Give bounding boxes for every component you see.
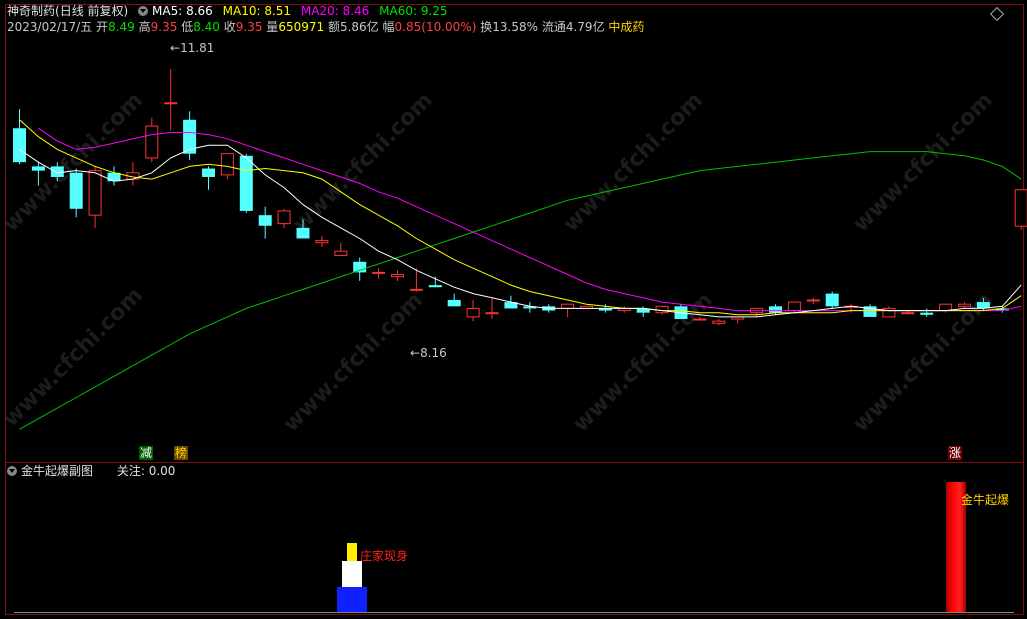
- candle-body-up: [277, 210, 291, 225]
- candle-body-down: [239, 155, 253, 211]
- candle-body-up: [939, 303, 953, 312]
- candle-body-up: [334, 250, 348, 256]
- ma20-value: MA20: 8.46: [300, 4, 370, 18]
- low-price-marker: ←8.16: [410, 346, 447, 360]
- candle-body-up: [806, 299, 820, 302]
- close-value: 9.35: [235, 20, 263, 34]
- qibao-label: 金牛起爆: [961, 493, 1010, 507]
- open-label: 开: [96, 20, 109, 34]
- ma60-value: MA60: 9.25: [379, 4, 448, 18]
- zhuangjia-bar-yellow: [347, 543, 357, 561]
- candle-body-down: [920, 312, 934, 315]
- float-label: 流通: [541, 20, 566, 34]
- candle-body-up: [712, 320, 726, 324]
- candle-body-down: [428, 285, 442, 288]
- ma10-line: [19, 119, 1022, 316]
- volume-label: 量: [266, 20, 279, 34]
- candle-body-up: [787, 301, 801, 312]
- ma20-line: [38, 127, 1022, 312]
- signal-tag-bang: 榜: [174, 446, 189, 460]
- candle-body-up: [164, 102, 178, 105]
- sub-chart-frame: [5, 462, 1024, 615]
- header-line-2: 2023/02/17/五 开8.49 高9.35 低8.40 收9.35 量65…: [7, 20, 644, 34]
- zhuangjia-label: 庄家现身: [360, 549, 409, 563]
- signal-tag-zhang: 涨: [948, 446, 963, 460]
- header-line-1: 神奇制药(日线 前复权) MA5: 8.66 MA10: 8.51 MA20: …: [7, 4, 448, 18]
- period-label: (日线 前复权): [55, 4, 129, 18]
- zhuangjia-bar-blue: [337, 587, 367, 613]
- candle-body-down: [31, 166, 45, 171]
- turnover-value: 13.58%: [492, 20, 538, 34]
- dropdown-icon[interactable]: [138, 6, 149, 16]
- candle-body-down: [258, 215, 272, 226]
- dropdown-icon[interactable]: [7, 466, 17, 476]
- ma5-value: MA5: 8.66: [152, 4, 213, 18]
- candle-body-up: [958, 303, 971, 307]
- sector-label: 中成药: [608, 20, 645, 34]
- float-value: 4.79亿: [565, 20, 605, 34]
- attention-value: 关注: 0.00: [116, 464, 176, 478]
- candle-body-up: [220, 153, 234, 176]
- candle-body-up: [901, 312, 915, 315]
- candle-body-up: [466, 307, 480, 318]
- candle-body-up: [693, 318, 707, 321]
- open-value: 8.49: [108, 20, 135, 34]
- change-label: 幅: [382, 20, 395, 34]
- sub-baseline: [14, 612, 1014, 613]
- candle-body-down: [202, 168, 215, 177]
- ma5-line: [19, 144, 1022, 318]
- candle-body-up: [315, 240, 329, 244]
- candle-body-down: [825, 293, 839, 307]
- candle-body-up: [655, 305, 669, 314]
- ma60-line: [19, 151, 1022, 430]
- high-label: 高: [138, 20, 151, 34]
- candle-body-up: [88, 170, 102, 216]
- candle-body-up: [485, 312, 499, 315]
- low-marker-text: 8.16: [420, 346, 447, 360]
- turnover-label: 换: [480, 20, 493, 34]
- candle-body-up: [372, 271, 386, 274]
- low-label: 低: [181, 20, 194, 34]
- candle-body-down: [13, 128, 26, 163]
- low-value: 8.40: [193, 20, 220, 34]
- candle-body-down: [69, 172, 83, 209]
- ma10-value: MA10: 8.51: [222, 4, 292, 18]
- sub-panel-title: 金牛起爆副图: [21, 464, 94, 478]
- high-price-marker: ←11.81: [170, 41, 215, 55]
- candle-body-up: [409, 288, 423, 291]
- signal-tag-jian: 减: [139, 446, 154, 460]
- high-value: 9.35: [150, 20, 178, 34]
- zhuangjia-bar-white: [342, 561, 362, 587]
- candle-body-up: [391, 274, 404, 278]
- candle-body-down: [769, 306, 782, 313]
- candle-body-down: [447, 299, 461, 307]
- high-marker-text: 11.81: [180, 41, 215, 55]
- amount-value: 5.86亿: [339, 20, 379, 34]
- stock-name: 神奇制药: [7, 4, 56, 18]
- close-label: 收: [223, 20, 236, 34]
- candle-body-down: [50, 166, 64, 177]
- candle-body-down: [296, 227, 310, 239]
- candle-body-up: [1014, 189, 1027, 227]
- date: 2023/02/17/五: [7, 20, 93, 34]
- amount-label: 额: [327, 20, 340, 34]
- change-value: 0.85(10.00%): [394, 20, 477, 34]
- sub-panel-header: 金牛起爆副图 关注: 0.00: [7, 464, 175, 478]
- candlestick-chart[interactable]: [0, 0, 1027, 460]
- candle-body-up: [561, 303, 575, 309]
- volume-value: 650971: [278, 20, 325, 34]
- candle-body-up: [145, 125, 159, 159]
